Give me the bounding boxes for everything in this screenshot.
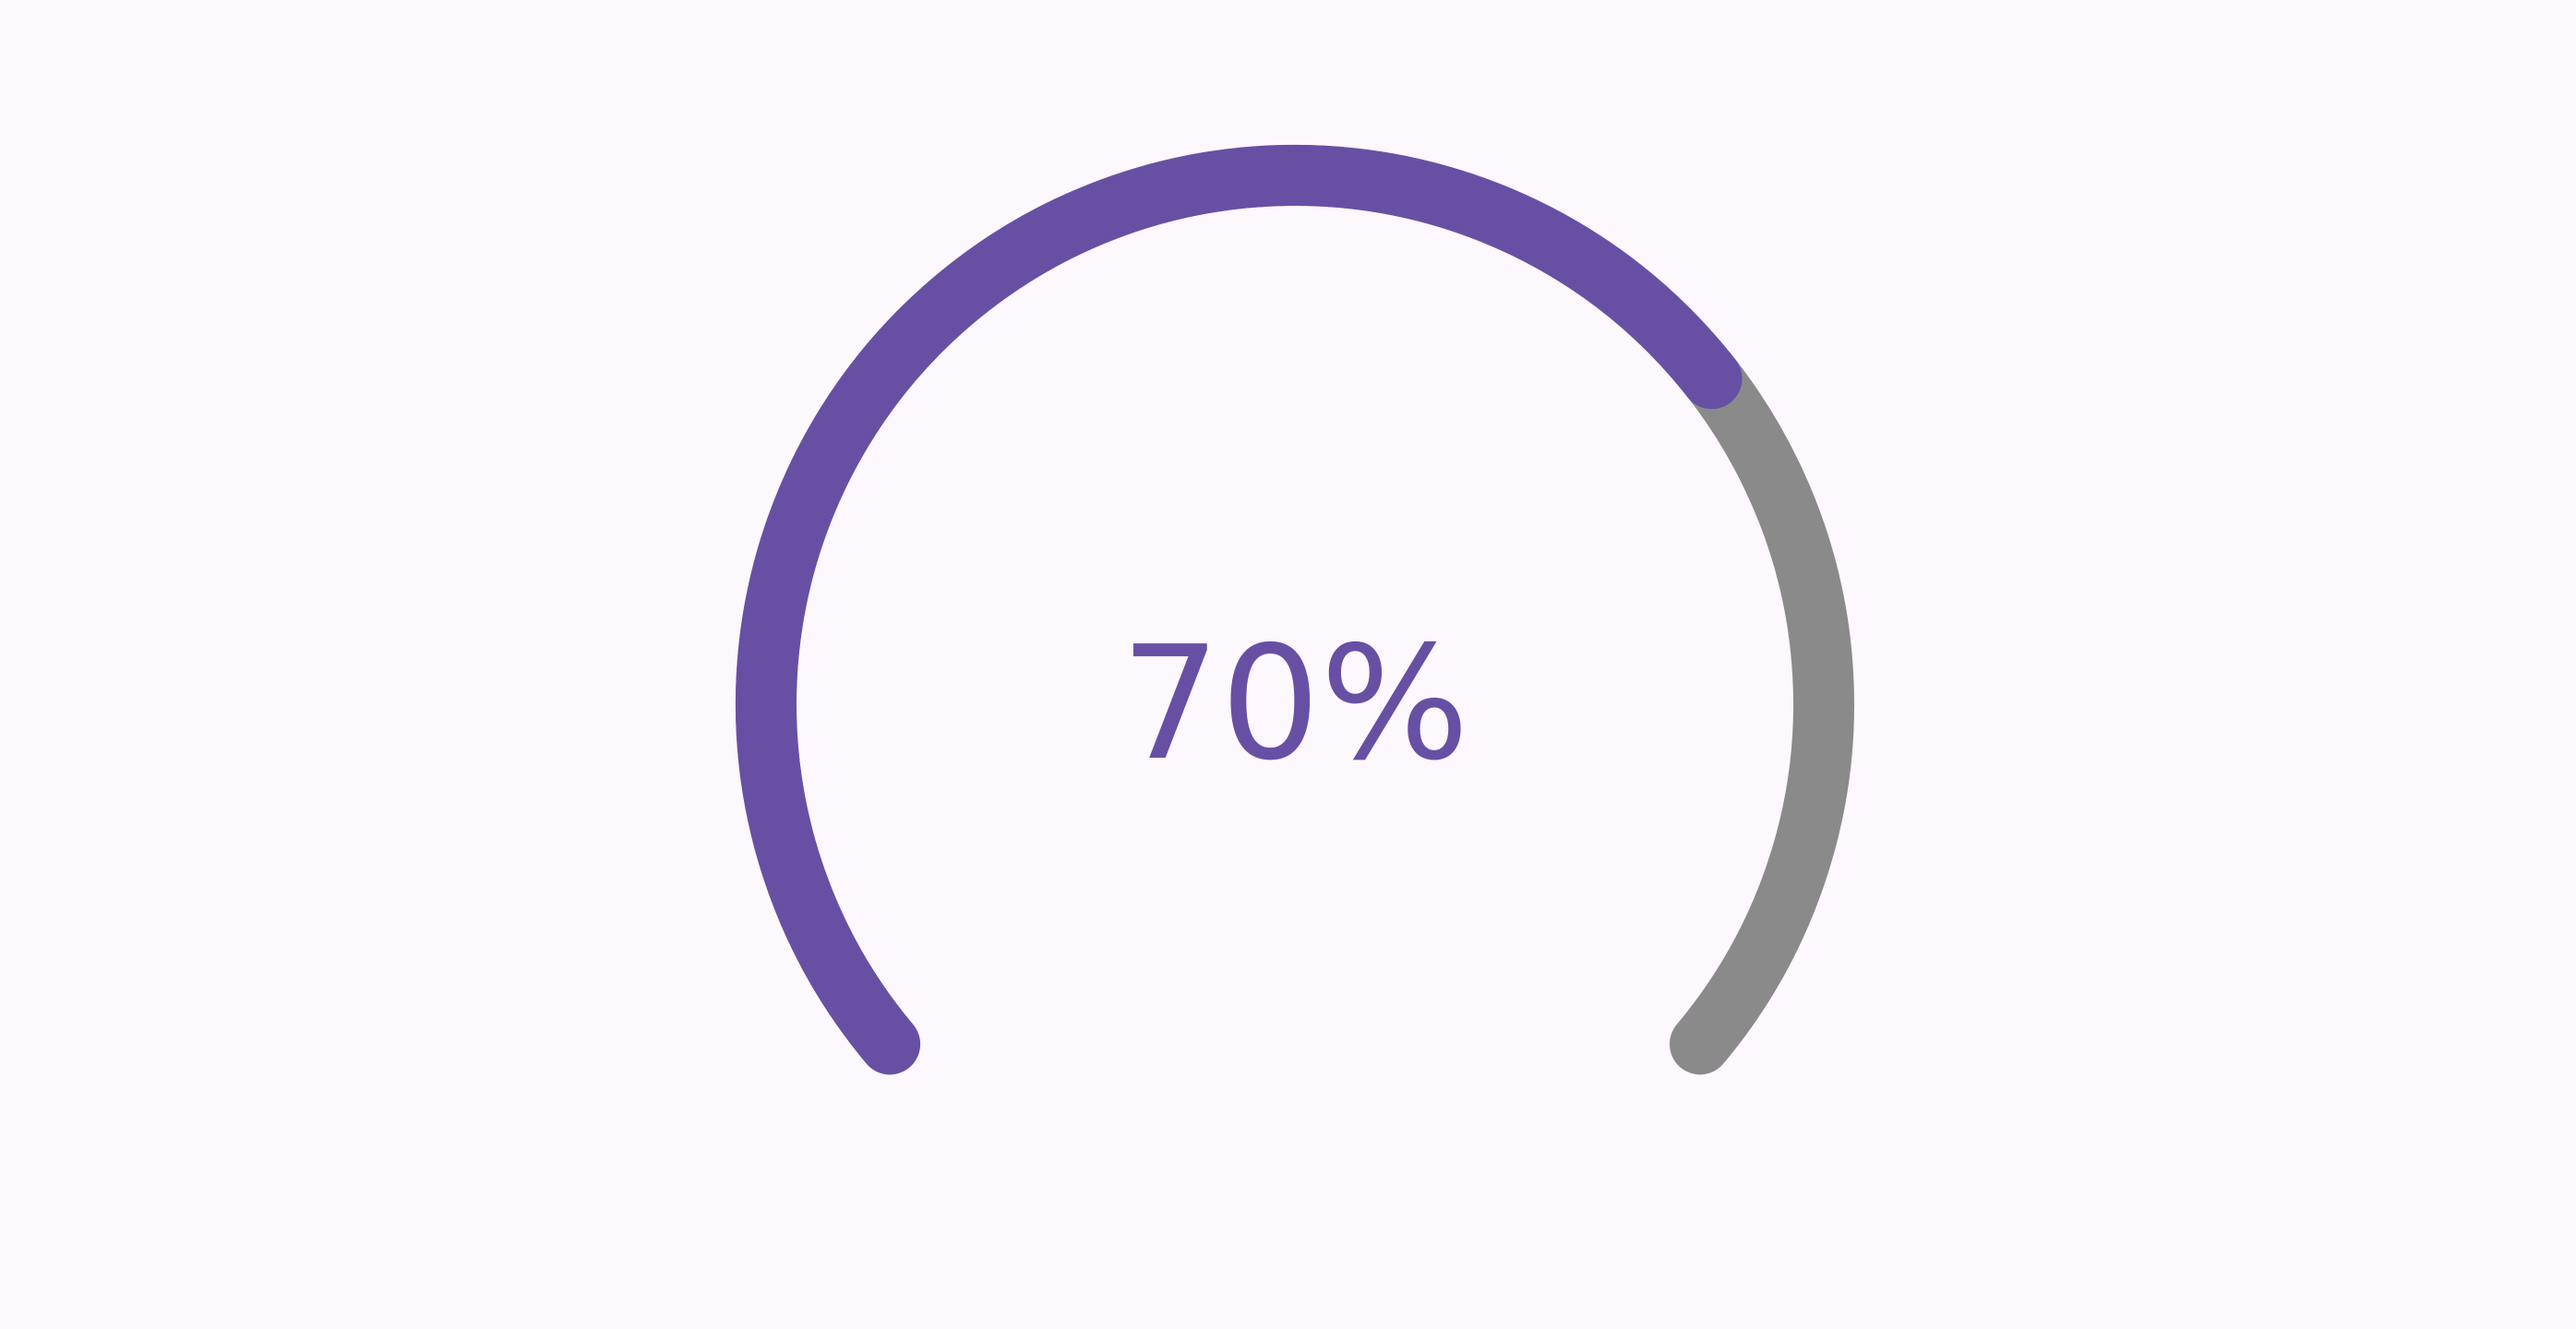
progress-gauge: 70% <box>735 144 1854 1075</box>
screen: 70% <box>0 0 2576 1329</box>
gauge-percentage-label: 70% <box>1120 613 1469 796</box>
gauge-progress-arc <box>735 144 1743 1075</box>
